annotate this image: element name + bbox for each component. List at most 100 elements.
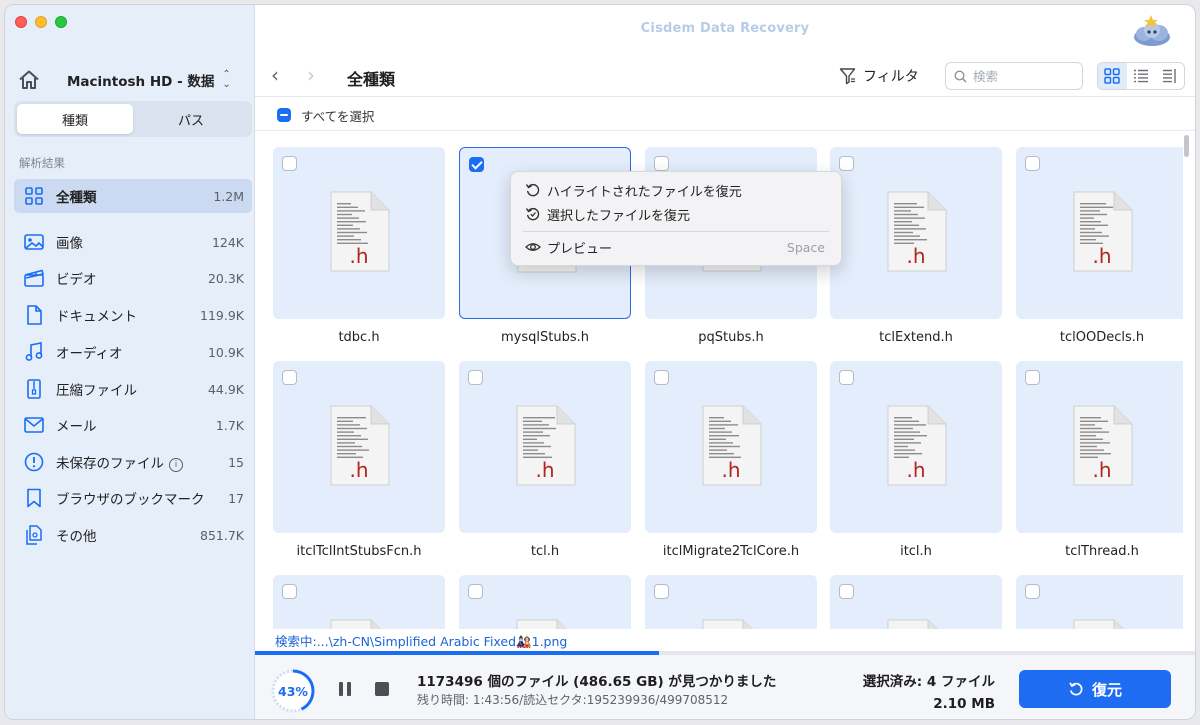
file-checkbox[interactable]	[839, 156, 854, 171]
menu-item-recover-highlighted[interactable]: ハイライトされたファイルを復元	[511, 178, 841, 202]
video-icon	[24, 268, 44, 288]
header-file-icon	[887, 619, 938, 629]
sidebar-item-label: ブラウザのブックマーク	[56, 492, 205, 508]
view-mode-segmented-control: 種類 パス	[14, 101, 252, 137]
column-view-button[interactable]	[1155, 63, 1184, 89]
sidebar-item-videos[interactable]: ビデオ 20.3K	[14, 261, 252, 295]
segment-path[interactable]: パス	[133, 104, 249, 134]
sidebar-item-images[interactable]: 画像 124K	[14, 225, 252, 259]
sidebar-item-all[interactable]: 全種類 1.2M	[14, 179, 252, 213]
restore-icon	[1069, 682, 1083, 696]
sidebar-item-label: オーディオ	[56, 346, 123, 362]
segment-type[interactable]: 種類	[17, 104, 133, 134]
header-file-icon	[887, 405, 947, 486]
chevron-updown-icon: ⌃ ⌄	[222, 69, 231, 90]
file-name: pqStubs.h	[698, 330, 764, 345]
menu-item-label: プレビュー	[547, 241, 613, 257]
sidebar-item-archives[interactable]: 圧縮ファイル 44.9K	[14, 372, 252, 406]
file-tile[interactable]	[459, 575, 631, 629]
file-checkbox[interactable]	[1025, 584, 1040, 599]
sidebar-item-bookmarks[interactable]: ブラウザのブックマーク 17	[14, 481, 252, 515]
file-checkbox[interactable]	[468, 584, 483, 599]
disk-selector[interactable]: Macintosh HD - 数据 ⌃ ⌄	[17, 67, 242, 93]
file-checkbox[interactable]	[839, 584, 854, 599]
file-tile[interactable]	[645, 361, 817, 533]
restore-selected-icon	[525, 207, 540, 221]
header-file-icon	[702, 619, 753, 629]
view-switcher	[1097, 62, 1185, 90]
minimize-window-button[interactable]	[35, 16, 47, 28]
time-remaining-text: 残り時間: 1:43:56/読込セクタ:195239936/499708512	[417, 693, 729, 707]
file-tile[interactable]	[830, 575, 1002, 629]
file-checkbox[interactable]	[654, 370, 669, 385]
file-tile[interactable]	[645, 575, 817, 629]
file-name: itclTclIntStubsFcn.h	[296, 544, 422, 559]
stop-button[interactable]	[375, 682, 389, 696]
header-file-icon	[1073, 405, 1133, 486]
grid-view-button[interactable]	[1098, 63, 1127, 89]
menu-item-preview[interactable]: プレビュー Space	[511, 235, 841, 259]
search-input[interactable]	[973, 68, 1073, 84]
filter-button[interactable]: フィルタ	[839, 64, 919, 88]
sidebar-item-audio[interactable]: オーディオ 10.9K	[14, 335, 252, 369]
header-file-icon	[1073, 619, 1124, 629]
file-tile[interactable]	[1016, 575, 1183, 629]
sidebar-item-unsaved[interactable]: 未保存のファイル i 15	[14, 445, 252, 479]
progress-percent: 43%	[278, 683, 308, 699]
file-tile[interactable]	[1016, 147, 1183, 319]
sidebar-item-other[interactable]: その他 851.7K	[14, 518, 252, 552]
account-avatar-icon[interactable]	[1131, 11, 1173, 49]
file-name: tclExtend.h	[879, 330, 953, 345]
header-file-icon	[516, 619, 567, 629]
window-title: Cisdem Data Recovery	[640, 21, 810, 36]
menu-item-recover-selected[interactable]: 選択したファイルを復元	[511, 202, 841, 226]
scan-current-path: 検索中:...\zh-CN\Simplified Arabic Fixed🎎1.…	[275, 634, 568, 649]
file-name: tclOODecls.h	[1059, 330, 1145, 345]
music-icon	[24, 342, 44, 362]
zoom-window-button[interactable]	[55, 16, 67, 28]
eye-icon	[525, 243, 541, 251]
file-checkbox[interactable]	[654, 584, 669, 599]
sidebar-item-mail[interactable]: メール 1.7K	[14, 408, 252, 442]
forward-button[interactable]: ›	[307, 65, 315, 85]
bottom-bar: 43% 1173496 個のファイル (486.65 GB) が見つかりました …	[255, 655, 1195, 719]
file-checkbox[interactable]	[1025, 370, 1040, 385]
file-tile[interactable]	[273, 361, 445, 533]
sidebar-item-count: 851.7K	[200, 527, 244, 543]
file-checkbox[interactable]	[839, 370, 854, 385]
restore-icon	[525, 183, 540, 197]
close-window-button[interactable]	[15, 16, 27, 28]
file-checkbox[interactable]	[282, 584, 297, 599]
sidebar-item-label: その他	[56, 529, 97, 545]
sidebar-item-count: 124K	[211, 234, 244, 250]
file-checkbox[interactable]	[282, 156, 297, 171]
file-checkbox[interactable]	[468, 370, 483, 385]
file-tile[interactable]	[830, 361, 1002, 533]
recover-button[interactable]: 復元	[1019, 670, 1171, 708]
scrollbar[interactable]	[1184, 135, 1189, 157]
file-tile[interactable]	[459, 361, 631, 533]
header-file-icon	[330, 191, 390, 272]
file-checkbox[interactable]	[282, 370, 297, 385]
list-view-button[interactable]	[1127, 63, 1156, 89]
info-icon[interactable]: i	[169, 458, 183, 472]
file-checkbox[interactable]	[654, 156, 669, 171]
file-tile[interactable]	[830, 147, 1002, 319]
recover-label: 復元	[1091, 680, 1122, 699]
list-view-icon	[1134, 69, 1148, 83]
pause-button[interactable]	[339, 682, 351, 696]
file-name: itclMigrate2TclCore.h	[662, 544, 800, 559]
header-file-icon	[887, 191, 947, 272]
indeterminate-checkbox-icon	[277, 108, 291, 122]
file-checkbox[interactable]	[469, 157, 484, 172]
sidebar-item-documents[interactable]: ドキュメント 119.9K	[14, 298, 252, 332]
header-file-icon	[330, 405, 390, 486]
file-tile[interactable]	[273, 575, 445, 629]
file-tile[interactable]	[273, 147, 445, 319]
file-checkbox[interactable]	[1025, 156, 1040, 171]
file-tile[interactable]	[1016, 361, 1183, 533]
back-button[interactable]: ‹	[271, 65, 279, 85]
filter-label: フィルタ	[863, 69, 919, 85]
home-icon[interactable]	[17, 68, 41, 92]
select-all-checkbox[interactable]: すべてを選択	[277, 103, 374, 127]
